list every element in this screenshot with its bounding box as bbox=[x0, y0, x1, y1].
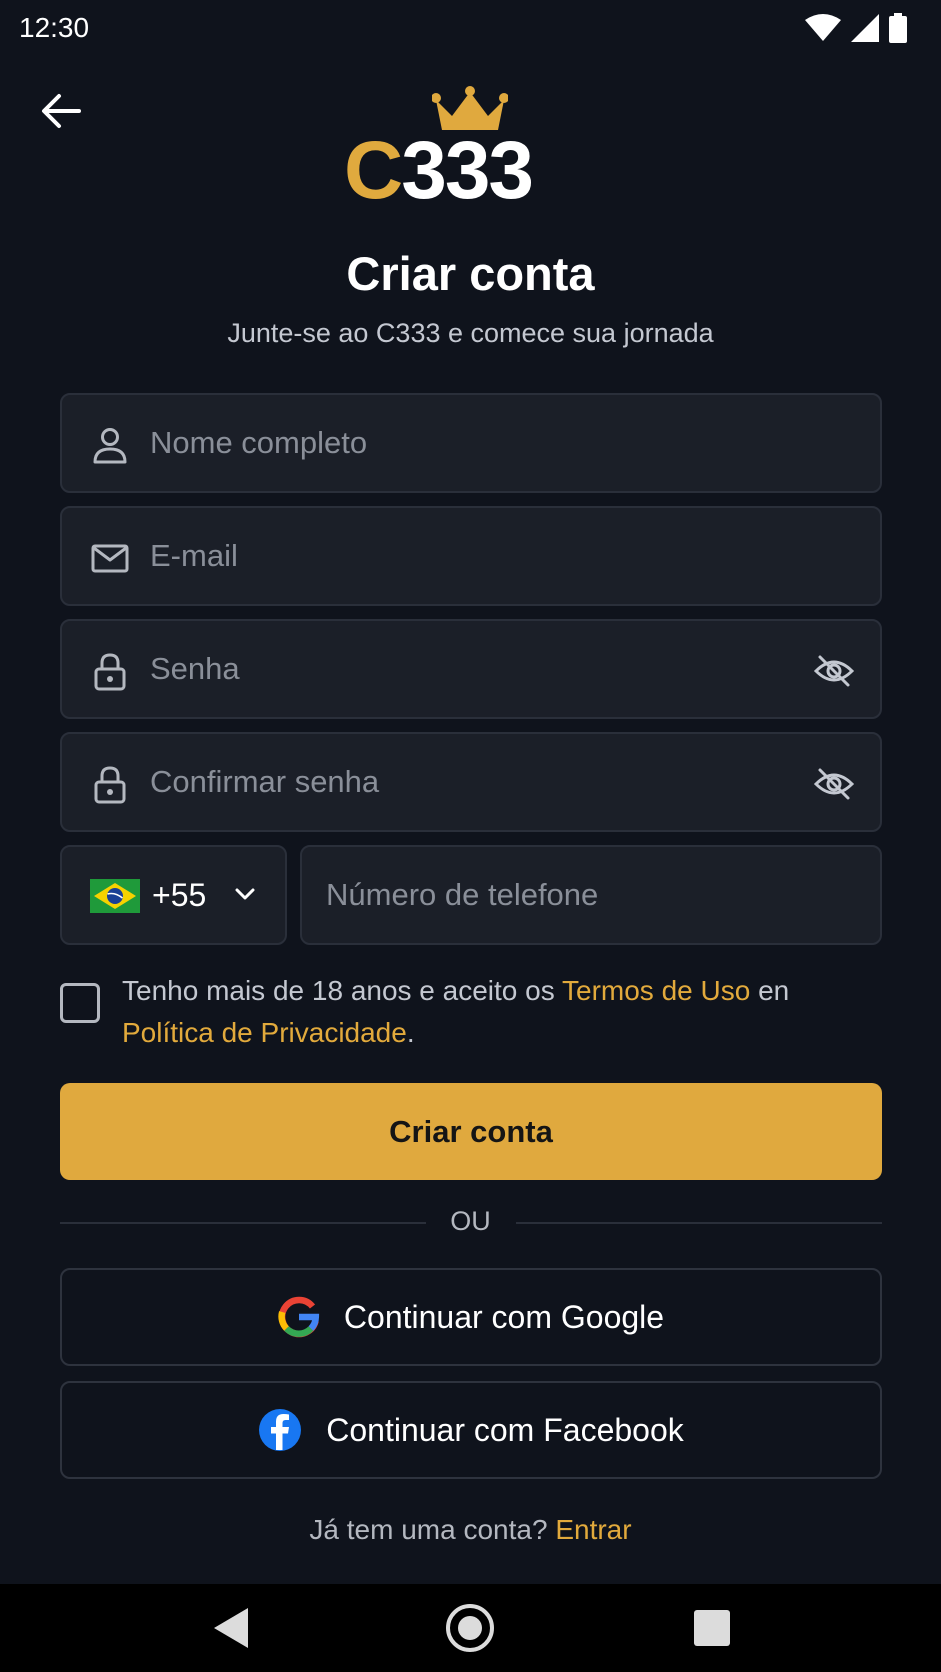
eye-off-icon[interactable] bbox=[814, 764, 854, 804]
country-code-label: +55 bbox=[152, 877, 207, 913]
lock-icon bbox=[94, 653, 126, 691]
confirm-password-field[interactable] bbox=[60, 732, 882, 832]
battery-icon bbox=[889, 13, 907, 43]
terms-prefix: Tenho mais de 18 anos e aceito os bbox=[122, 975, 563, 1006]
country-code-select[interactable]: +55 bbox=[60, 845, 287, 945]
privacy-link[interactable]: Política de Privacidade bbox=[122, 1017, 407, 1048]
system-nav-bar bbox=[0, 1584, 941, 1672]
name-field[interactable] bbox=[60, 393, 882, 493]
email-input[interactable] bbox=[150, 508, 800, 604]
brand-logo: C333 bbox=[344, 86, 596, 218]
signal-icon bbox=[851, 14, 879, 42]
terms-suffix: . bbox=[406, 1017, 415, 1048]
terms-middle: en bbox=[750, 975, 790, 1006]
nav-back-icon bbox=[214, 1608, 248, 1648]
nav-recents-icon bbox=[694, 1610, 730, 1646]
logo-text: C333 bbox=[344, 130, 534, 212]
nav-home-button[interactable] bbox=[444, 1602, 496, 1654]
wifi-icon bbox=[805, 14, 841, 41]
page-title: Criar conta bbox=[346, 247, 595, 300]
divider-label: OU bbox=[450, 1206, 491, 1236]
google-button[interactable]: Continuar com Google bbox=[60, 1268, 882, 1366]
nav-back-button[interactable] bbox=[206, 1602, 258, 1654]
login-link[interactable]: Entrar bbox=[555, 1514, 631, 1545]
facebook-label: Continuar com Facebook bbox=[326, 1411, 684, 1448]
user-icon bbox=[93, 428, 127, 464]
phone-field[interactable] bbox=[300, 845, 882, 945]
password-input[interactable] bbox=[150, 621, 800, 717]
password-field[interactable] bbox=[60, 619, 882, 719]
facebook-button[interactable]: Continuar com Facebook bbox=[60, 1381, 882, 1479]
name-input[interactable] bbox=[150, 395, 800, 491]
terms-link[interactable]: Termos de Uso bbox=[562, 975, 750, 1006]
logo-letter: C bbox=[344, 125, 403, 216]
eye-off-icon[interactable] bbox=[814, 651, 854, 691]
google-label: Continuar com Google bbox=[343, 1298, 665, 1335]
mail-icon bbox=[91, 544, 129, 573]
logo-number: 333 bbox=[401, 125, 534, 216]
google-icon bbox=[278, 1296, 320, 1338]
email-field[interactable] bbox=[60, 506, 882, 606]
status-bar: 12:30 bbox=[0, 0, 941, 56]
back-button[interactable] bbox=[36, 88, 86, 134]
status-time: 12:30 bbox=[19, 12, 90, 43]
nav-home-icon bbox=[446, 1604, 494, 1652]
phone-input[interactable] bbox=[326, 847, 860, 943]
login-prompt-text: Já tem uma conta? bbox=[309, 1514, 556, 1545]
facebook-icon bbox=[259, 1409, 302, 1451]
lock-icon bbox=[94, 766, 126, 804]
confirm-password-input[interactable] bbox=[150, 734, 800, 830]
arrow-left-icon bbox=[42, 94, 81, 128]
nav-recents-button[interactable] bbox=[686, 1602, 738, 1654]
page-subtitle: Junte-se ao C333 e comece sua jornada bbox=[227, 318, 714, 348]
status-icons bbox=[805, 12, 907, 44]
terms-checkbox[interactable] bbox=[60, 983, 100, 1023]
chevron-down-icon bbox=[235, 888, 255, 900]
terms-text: Tenho mais de 18 anos e aceito os Termos… bbox=[122, 970, 842, 1054]
login-prompt: Já tem uma conta? Entrar bbox=[0, 1514, 941, 1546]
create-account-button[interactable]: Criar conta bbox=[60, 1083, 882, 1180]
brazil-flag-icon bbox=[90, 879, 140, 913]
